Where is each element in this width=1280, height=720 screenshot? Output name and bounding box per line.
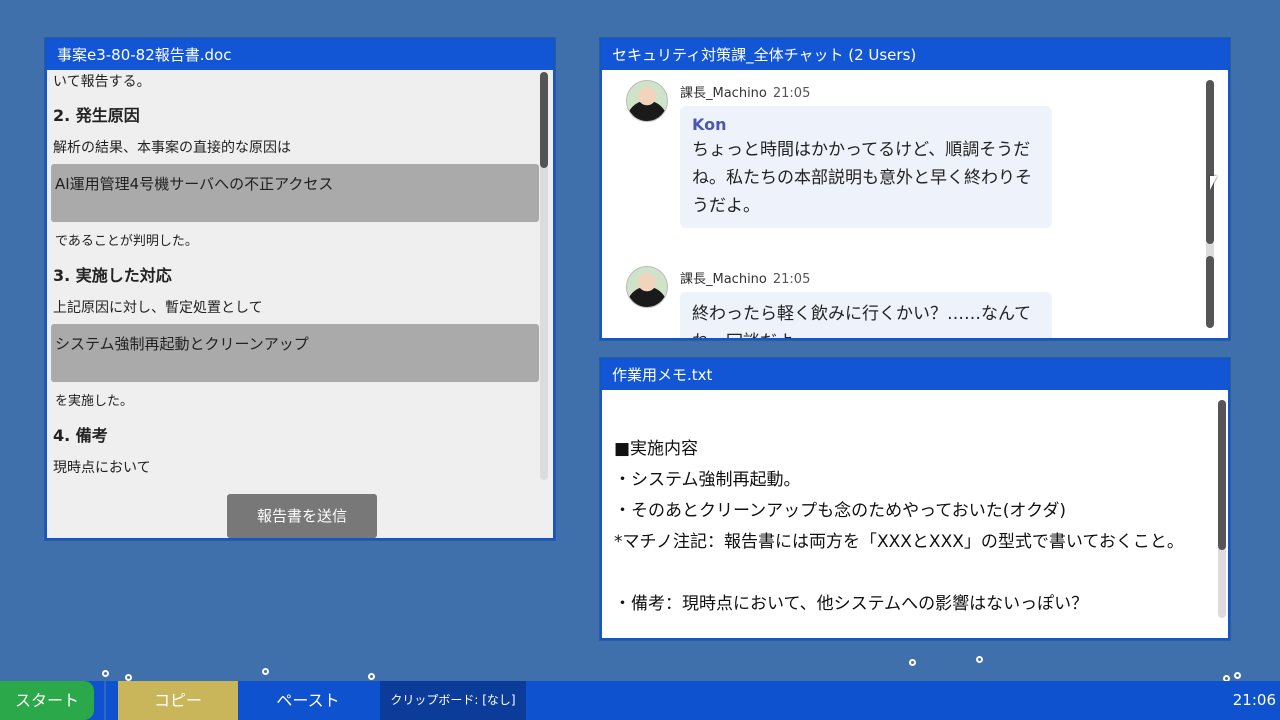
bubble-decoration: [1234, 672, 1241, 679]
chat-body[interactable]: 課長_Machino 21:05 Kon ちょっと時間はかかってるけど、順調そうだ…: [602, 70, 1228, 338]
chat-window: セキュリティ対策課_全体チャット (2 Users) 課長_Machino 21:…: [600, 38, 1230, 340]
taskbar-divider: [104, 681, 106, 720]
submit-report-button[interactable]: 報告書を送信: [227, 494, 377, 538]
chat-message-meta: 課長_Machino 21:05: [680, 268, 810, 287]
section4-partial-text: 現時点において: [53, 460, 151, 476]
bubble-decoration: [976, 656, 983, 663]
report-document-body: いて報告する。 2. 発生原因 解析の結果、本事案の直接的な原因は AI運用管理…: [47, 70, 553, 538]
bubble-decoration: [102, 670, 109, 677]
desktop: 事案e3-80-82報告書.doc いて報告する。 2. 発生原因 解析の結果、…: [0, 0, 1280, 720]
doc-intro-line: いて報告する。: [53, 74, 151, 90]
chat-message-meta: 課長_Machino 21:05: [680, 82, 810, 101]
chat-username: 課長_Machino: [680, 272, 767, 287]
chat-window-title[interactable]: セキュリティ対策課_全体チャット (2 Users): [602, 40, 1228, 70]
memo-scrollbar-thumb[interactable]: [1218, 400, 1226, 550]
section2-after-text: であることが判明した。: [55, 234, 198, 249]
section3-after-text: を実施した。: [55, 394, 134, 409]
report-window-title[interactable]: 事案e3-80-82報告書.doc: [47, 40, 553, 70]
memo-window-title[interactable]: 作業用メモ.txt: [602, 360, 1228, 390]
mouse-cursor-icon: [1210, 176, 1217, 190]
memo-window: 作業用メモ.txt ■実施内容 ・システム強制再起動。 ・そのあとクリーンアップ…: [600, 358, 1230, 640]
section3-heading: 3. 実施した対応: [53, 266, 172, 285]
chat-timestamp: 21:05: [772, 272, 811, 287]
chat-text: 終わったら軽く飲みに行くかい？……なんてね。冗談だよ。: [692, 304, 1032, 338]
report-scrollbar-thumb[interactable]: [540, 72, 548, 168]
chat-username: 課長_Machino: [680, 86, 767, 101]
report-scrollbar[interactable]: [540, 72, 548, 480]
chat-scrollbar-thumb[interactable]: [1206, 80, 1214, 244]
report-document-window: 事案e3-80-82報告書.doc いて報告する。 2. 発生原因 解析の結果、…: [45, 38, 555, 540]
bubble-decoration: [368, 673, 375, 680]
bubble-decoration: [262, 668, 269, 675]
chat-bubble: Kon ちょっと時間はかかってるけど、順調そうだね。私たちの本部説明も意外と早く…: [680, 106, 1052, 228]
taskbar-clock: 21:06: [1232, 691, 1276, 709]
chat-timestamp: 21:05: [772, 86, 811, 101]
bubble-decoration: [909, 659, 916, 666]
chat-scrollbar[interactable]: [1206, 80, 1214, 328]
taskbar: スタート コピー ペースト クリップボード: [なし] 21:06: [0, 681, 1280, 720]
chat-text: ちょっと時間はかかってるけど、順調そうだね。私たちの本部説明も意外と早く終わりそ…: [692, 140, 1032, 216]
paste-button[interactable]: ペースト: [248, 681, 368, 720]
avatar: [626, 80, 668, 122]
start-button[interactable]: スタート: [0, 681, 94, 720]
copy-button[interactable]: コピー: [118, 681, 238, 720]
memo-scrollbar[interactable]: [1218, 400, 1226, 618]
bubble-decoration: [125, 674, 132, 681]
section4-heading: 4. 備考: [53, 426, 108, 445]
section2-heading: 2. 発生原因: [53, 106, 140, 125]
clipboard-status: クリップボード: [なし]: [380, 681, 526, 720]
section2-text: 解析の結果、本事案の直接的な原因は: [53, 140, 291, 156]
avatar: [626, 266, 668, 308]
memo-body[interactable]: ■実施内容 ・システム強制再起動。 ・そのあとクリーンアップも念のためやっておい…: [602, 390, 1228, 638]
section3-text: 上記原因に対し、暫定処置として: [53, 300, 263, 316]
chat-mention: Kon: [692, 115, 727, 134]
cause-answer-slot[interactable]: AI運用管理4号機サーバへの不正アクセス: [51, 164, 539, 222]
chat-scrollbar-thumb-lower[interactable]: [1206, 256, 1214, 328]
chat-bubble: 終わったら軽く飲みに行くかい？……なんてね。冗談だよ。: [680, 292, 1052, 338]
report-document-content[interactable]: いて報告する。 2. 発生原因 解析の結果、本事案の直接的な原因は AI運用管理…: [47, 70, 539, 478]
memo-content[interactable]: ■実施内容 ・システム強制再起動。 ・そのあとクリーンアップも念のためやっておい…: [614, 434, 1204, 620]
action-answer-slot[interactable]: システム強制再起動とクリーンアップ: [51, 324, 539, 382]
